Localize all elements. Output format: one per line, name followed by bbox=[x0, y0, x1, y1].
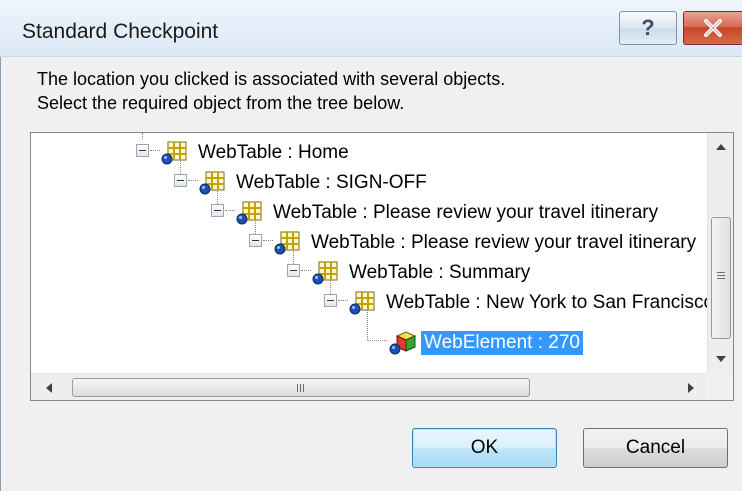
tree-connector bbox=[150, 150, 160, 151]
tree-node[interactable]: WebTable : SIGN-OFF bbox=[31, 168, 707, 198]
collapse-toggle[interactable] bbox=[174, 174, 187, 187]
tree-node-selected[interactable]: WebElement : 270 bbox=[31, 328, 707, 358]
collapse-toggle[interactable] bbox=[324, 294, 337, 307]
tree-node[interactable]: WebTable : Home bbox=[31, 138, 707, 168]
scroll-left-button[interactable] bbox=[37, 374, 61, 400]
collapse-toggle[interactable] bbox=[249, 234, 262, 247]
scroll-up-button[interactable] bbox=[708, 135, 733, 159]
scroll-up-icon bbox=[716, 144, 726, 150]
thumb-grip bbox=[717, 272, 725, 273]
tree-node-label: WebTable : Home bbox=[198, 142, 349, 163]
webtable-icon bbox=[199, 171, 225, 195]
webtable-icon bbox=[312, 261, 338, 285]
thumb-grip bbox=[300, 384, 301, 392]
horizontal-scroll-thumb[interactable] bbox=[72, 378, 530, 397]
thumb-grip bbox=[717, 278, 725, 279]
tree-node[interactable]: WebTable : Summary bbox=[31, 258, 707, 288]
tree-connector bbox=[367, 340, 387, 341]
tree-viewport: WebTable : Home WebTable : SIGN-OFF WebT… bbox=[31, 133, 707, 373]
horizontal-scrollbar[interactable] bbox=[31, 373, 707, 400]
tree-connector bbox=[338, 300, 348, 301]
vertical-scroll-thumb[interactable] bbox=[711, 217, 731, 339]
cancel-button[interactable]: Cancel bbox=[583, 428, 728, 468]
tree-node-label: WebTable : Please review your travel iti… bbox=[273, 202, 659, 223]
tree-node-label: WebElement : 270 bbox=[421, 331, 583, 355]
standard-checkpoint-dialog: Standard Checkpoint ? The location you c… bbox=[0, 0, 742, 491]
tree-connector bbox=[263, 240, 273, 241]
tree-node-label: WebTable : New York to San Francisco bbox=[386, 292, 707, 313]
collapse-toggle[interactable] bbox=[211, 204, 224, 217]
close-button[interactable] bbox=[683, 11, 742, 45]
window-title: Standard Checkpoint bbox=[22, 20, 219, 43]
tree-connector bbox=[188, 180, 198, 181]
scroll-down-icon bbox=[716, 356, 726, 362]
tree-node-label: WebTable : Summary bbox=[349, 262, 531, 283]
tree-connector bbox=[301, 270, 311, 271]
webtable-icon bbox=[349, 291, 375, 315]
close-icon bbox=[704, 19, 722, 37]
tree-node-label: WebTable : SIGN-OFF bbox=[236, 172, 427, 193]
tree-node-label: WebTable : Please review your travel iti… bbox=[311, 232, 697, 253]
message-line-1: The location you clicked is associated w… bbox=[37, 69, 506, 89]
tree-connector bbox=[225, 210, 235, 211]
help-icon: ? bbox=[641, 15, 655, 40]
webelement-icon bbox=[389, 331, 417, 355]
tree-node[interactable]: WebTable : Please review your travel iti… bbox=[31, 228, 707, 258]
tree-node[interactable]: WebTable : Please review your travel iti… bbox=[31, 198, 707, 228]
object-tree[interactable]: WebTable : Home WebTable : SIGN-OFF WebT… bbox=[30, 132, 734, 401]
ok-button[interactable]: OK bbox=[412, 428, 557, 468]
scroll-down-button[interactable] bbox=[708, 347, 733, 371]
dialog-body: The location you clicked is associated w… bbox=[0, 57, 742, 491]
webtable-icon bbox=[236, 201, 262, 225]
scroll-right-button[interactable] bbox=[679, 374, 703, 400]
collapse-toggle[interactable] bbox=[136, 144, 149, 157]
webtable-icon bbox=[161, 141, 187, 165]
help-button[interactable]: ? bbox=[619, 11, 677, 45]
tree-node[interactable]: WebTable : New York to San Francisco bbox=[31, 288, 707, 318]
collapse-toggle[interactable] bbox=[287, 264, 300, 277]
scrollbar-corner bbox=[707, 373, 733, 400]
thumb-grip bbox=[297, 384, 298, 392]
vertical-scrollbar[interactable] bbox=[707, 133, 733, 373]
scroll-right-icon bbox=[688, 382, 694, 393]
title-bar[interactable]: Standard Checkpoint ? bbox=[0, 0, 742, 57]
message-line-2: Select the required object from the tree… bbox=[37, 93, 405, 113]
scroll-left-icon bbox=[46, 382, 52, 393]
thumb-grip bbox=[717, 275, 725, 276]
webtable-icon bbox=[274, 231, 300, 255]
thumb-grip bbox=[303, 384, 304, 392]
